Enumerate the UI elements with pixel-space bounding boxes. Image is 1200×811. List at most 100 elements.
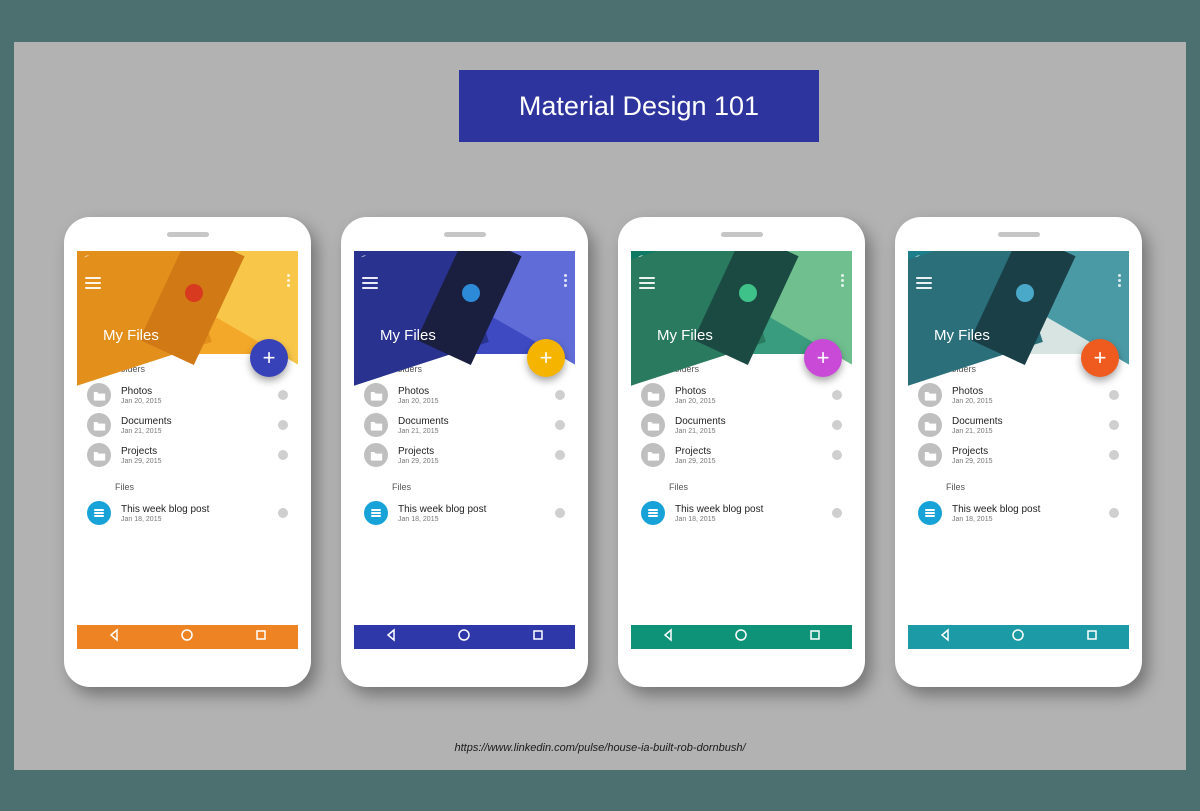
folder-icon xyxy=(87,413,111,437)
phone-mockup: 10:51 My Files + Folders Photos Jan 20, … xyxy=(64,217,311,687)
home-icon[interactable] xyxy=(1011,628,1025,647)
item-date: Jan 20, 2015 xyxy=(675,398,832,405)
item-date: Jan 29, 2015 xyxy=(398,458,555,465)
list-item[interactable]: Projects Jan 29, 2015 xyxy=(631,440,852,470)
folder-icon xyxy=(918,443,942,467)
phone-mockup: 10:51 My Files + Folders Photos Jan 20, … xyxy=(341,217,588,687)
info-icon[interactable] xyxy=(832,390,842,400)
home-icon[interactable] xyxy=(180,628,194,647)
info-icon[interactable] xyxy=(555,420,565,430)
item-name: This week blog post xyxy=(121,504,278,515)
info-icon[interactable] xyxy=(1109,508,1119,518)
back-icon[interactable] xyxy=(107,628,121,647)
item-name: Photos xyxy=(952,386,1109,397)
fab-add-button[interactable]: + xyxy=(804,339,842,377)
file-icon xyxy=(641,501,665,525)
item-name: Photos xyxy=(121,386,278,397)
phone-speaker xyxy=(721,232,763,237)
info-icon[interactable] xyxy=(832,450,842,460)
folder-icon xyxy=(87,383,111,407)
item-name: This week blog post xyxy=(398,504,555,515)
item-date: Jan 21, 2015 xyxy=(675,428,832,435)
recents-icon[interactable] xyxy=(531,628,545,647)
info-icon[interactable] xyxy=(1109,390,1119,400)
list-item[interactable]: This week blog post Jan 18, 2015 xyxy=(631,498,852,528)
fab-add-button[interactable]: + xyxy=(250,339,288,377)
info-icon[interactable] xyxy=(1109,450,1119,460)
more-icon[interactable] xyxy=(287,274,290,287)
title-box: Material Design 101 xyxy=(459,70,819,142)
list-item[interactable]: Documents Jan 21, 2015 xyxy=(908,410,1129,440)
info-icon[interactable] xyxy=(555,390,565,400)
info-icon[interactable] xyxy=(278,420,288,430)
app-title: My Files xyxy=(657,327,713,344)
item-name: Photos xyxy=(398,386,555,397)
item-date: Jan 29, 2015 xyxy=(121,458,278,465)
phone-speaker xyxy=(444,232,486,237)
accent-dot xyxy=(1016,284,1034,302)
back-icon[interactable] xyxy=(384,628,398,647)
list-item[interactable]: Projects Jan 29, 2015 xyxy=(77,440,298,470)
menu-icon[interactable] xyxy=(916,274,932,292)
folder-icon xyxy=(918,413,942,437)
menu-icon[interactable] xyxy=(85,274,101,292)
phone-screen: 10:51 My Files + Folders Photos Jan 20, … xyxy=(354,251,575,649)
list-item[interactable]: This week blog post Jan 18, 2015 xyxy=(908,498,1129,528)
back-icon[interactable] xyxy=(661,628,675,647)
fab-add-button[interactable]: + xyxy=(527,339,565,377)
folder-icon xyxy=(364,443,388,467)
menu-icon[interactable] xyxy=(639,274,655,292)
list-item[interactable]: Photos Jan 20, 2015 xyxy=(77,380,298,410)
item-name: Documents xyxy=(398,416,555,427)
fab-add-button[interactable]: + xyxy=(1081,339,1119,377)
info-icon[interactable] xyxy=(832,508,842,518)
info-icon[interactable] xyxy=(278,390,288,400)
info-icon[interactable] xyxy=(1109,420,1119,430)
info-icon[interactable] xyxy=(278,450,288,460)
item-date: Jan 20, 2015 xyxy=(121,398,278,405)
item-name: Projects xyxy=(952,446,1109,457)
list-item[interactable]: This week blog post Jan 18, 2015 xyxy=(354,498,575,528)
phone-screen: 10:51 My Files + Folders Photos Jan 20, … xyxy=(631,251,852,649)
folder-icon xyxy=(641,413,665,437)
recents-icon[interactable] xyxy=(254,628,268,647)
item-name: This week blog post xyxy=(952,504,1109,515)
android-navbar xyxy=(631,625,852,649)
info-icon[interactable] xyxy=(832,420,842,430)
recents-icon[interactable] xyxy=(1085,628,1099,647)
section-files: Files xyxy=(908,472,1129,498)
list-item[interactable]: Photos Jan 20, 2015 xyxy=(631,380,852,410)
list-item[interactable]: Photos Jan 20, 2015 xyxy=(908,380,1129,410)
home-icon[interactable] xyxy=(734,628,748,647)
list-item[interactable]: Projects Jan 29, 2015 xyxy=(354,440,575,470)
info-icon[interactable] xyxy=(555,508,565,518)
recents-icon[interactable] xyxy=(808,628,822,647)
citation: https://www.linkedin.com/pulse/house-ia-… xyxy=(454,742,745,754)
info-icon[interactable] xyxy=(555,450,565,460)
info-icon[interactable] xyxy=(278,508,288,518)
menu-icon[interactable] xyxy=(362,274,378,292)
home-icon[interactable] xyxy=(457,628,471,647)
item-name: Documents xyxy=(952,416,1109,427)
folder-icon xyxy=(364,383,388,407)
accent-dot xyxy=(739,284,757,302)
list-item[interactable]: Documents Jan 21, 2015 xyxy=(354,410,575,440)
more-icon[interactable] xyxy=(1118,274,1121,287)
list-item[interactable]: This week blog post Jan 18, 2015 xyxy=(77,498,298,528)
item-name: Projects xyxy=(675,446,832,457)
item-date: Jan 29, 2015 xyxy=(952,458,1109,465)
item-date: Jan 21, 2015 xyxy=(952,428,1109,435)
folder-icon xyxy=(87,443,111,467)
section-files: Files xyxy=(631,472,852,498)
item-name: Documents xyxy=(121,416,278,427)
back-icon[interactable] xyxy=(938,628,952,647)
section-files: Files xyxy=(77,472,298,498)
list-item[interactable]: Photos Jan 20, 2015 xyxy=(354,380,575,410)
more-icon[interactable] xyxy=(564,274,567,287)
list-item[interactable]: Projects Jan 29, 2015 xyxy=(908,440,1129,470)
more-icon[interactable] xyxy=(841,274,844,287)
item-name: Photos xyxy=(675,386,832,397)
phone-speaker xyxy=(167,232,209,237)
list-item[interactable]: Documents Jan 21, 2015 xyxy=(631,410,852,440)
list-item[interactable]: Documents Jan 21, 2015 xyxy=(77,410,298,440)
